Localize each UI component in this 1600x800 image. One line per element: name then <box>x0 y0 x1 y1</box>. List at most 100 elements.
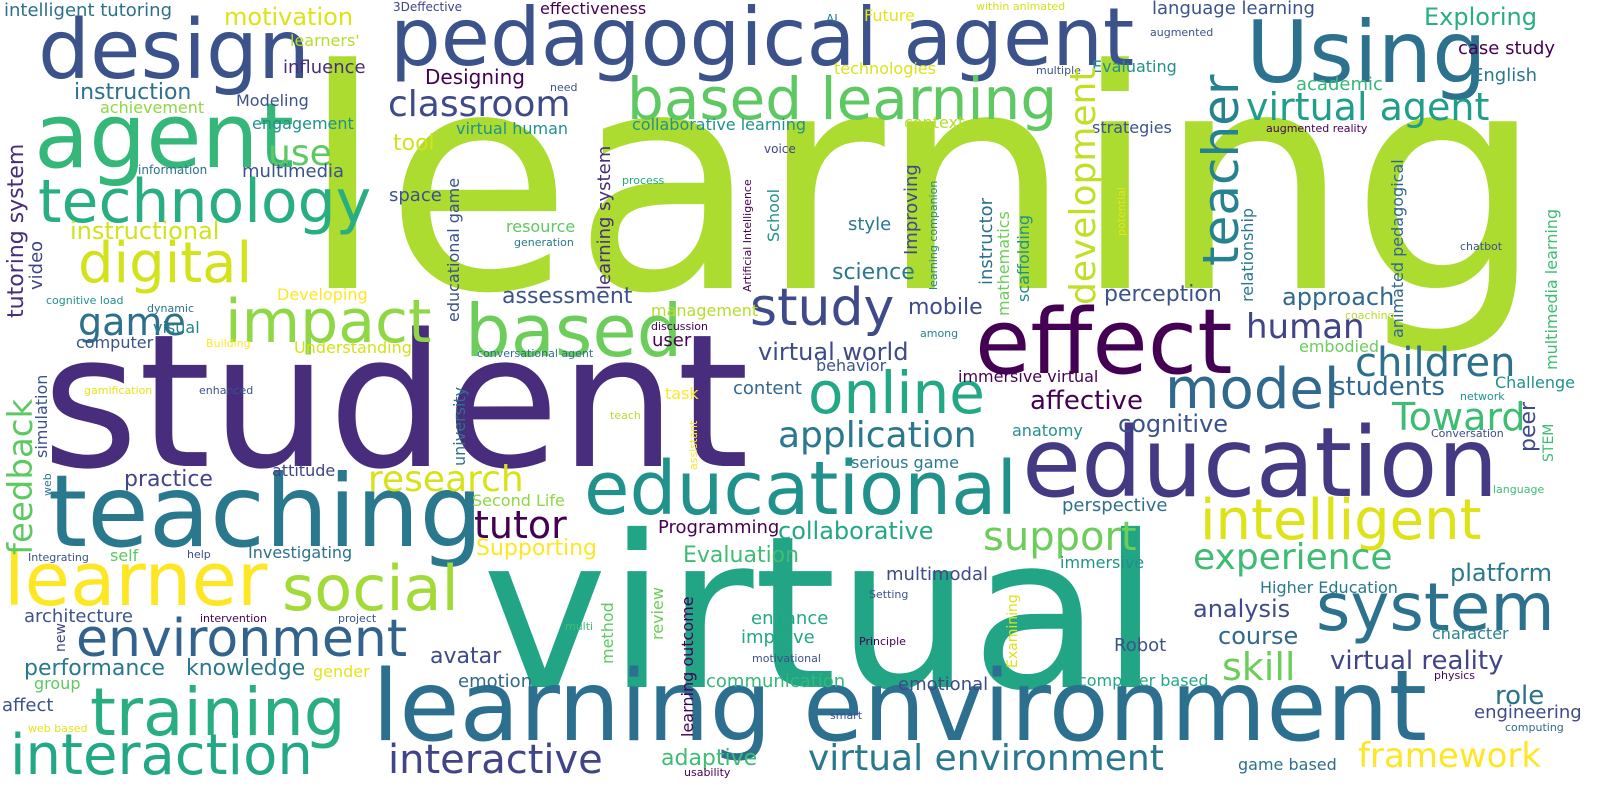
word-enhanced: enhanced <box>199 384 254 397</box>
word-perception: perception <box>1104 282 1222 307</box>
word-help: help <box>187 548 211 561</box>
word-practice: practice <box>124 467 213 492</box>
word-multimedia: multimedia <box>242 161 345 182</box>
word-multimodal: multimodal <box>886 564 989 585</box>
word-analysis: analysis <box>1193 595 1291 623</box>
word-affect: affect <box>2 695 54 716</box>
word-conversational-agent: conversational agent <box>477 347 594 360</box>
word-augmented-reality: augmented reality <box>1266 122 1368 135</box>
word-second-life: Second Life <box>472 491 565 510</box>
word-educational-game: educational game <box>444 177 463 322</box>
word-language: language <box>1493 483 1545 496</box>
word-understanding: Understanding <box>294 338 412 357</box>
word-avatar: avatar <box>430 644 502 669</box>
word-evaluating: Evaluating <box>1092 57 1177 76</box>
word-support: support <box>983 514 1137 560</box>
word-case-study: case study <box>1458 38 1556 59</box>
word-management: management <box>651 301 759 320</box>
word-dynamic: dynamic <box>147 302 195 315</box>
word-architecture: architecture <box>24 606 133 627</box>
word-intelligent-tutoring: intelligent tutoring <box>4 0 173 21</box>
word-development: development <box>1063 67 1104 305</box>
word-improving: Improving <box>901 164 922 255</box>
word-computer-based: computer based <box>1078 671 1209 690</box>
word-physics: physics <box>1434 669 1476 682</box>
word-instructional: instructional <box>70 217 220 245</box>
word-programming: Programming <box>658 517 780 538</box>
word-simulation: simulation <box>32 374 51 458</box>
word-smart: smart <box>830 709 863 722</box>
word-need: need <box>550 81 578 94</box>
word-tool: tool <box>393 131 435 156</box>
word-virtual-human: virtual human <box>456 119 569 138</box>
word-network: network <box>1460 390 1505 403</box>
word-augmented: augmented <box>1150 26 1214 39</box>
word-higher-education: Higher Education <box>1260 578 1398 597</box>
word-peer: peer <box>1516 401 1541 452</box>
word-anatomy: anatomy <box>1012 421 1083 440</box>
word-style: style <box>848 214 892 235</box>
word-supporting: Supporting <box>476 536 597 561</box>
word-web-based: web based <box>28 722 88 735</box>
word-character: character <box>1432 624 1509 643</box>
word-achievement: achievement <box>100 98 205 117</box>
word-cognitive: cognitive <box>1118 410 1229 438</box>
word-review: review <box>648 587 667 640</box>
word-developing: Developing <box>277 285 368 304</box>
word-intervention: intervention <box>200 612 267 625</box>
word-immersive: immersive <box>1060 553 1145 572</box>
word-school: School <box>764 188 783 242</box>
word-new: new <box>53 623 69 652</box>
word-language-learning: language learning <box>1152 0 1315 19</box>
word-examining: Examining <box>1005 594 1021 668</box>
word-ai: AI <box>826 12 838 26</box>
word-learning-system: learning system <box>594 145 615 290</box>
word-information: information <box>138 163 208 177</box>
word-voice: voice <box>764 142 796 156</box>
word-gamification: gamification <box>84 384 153 397</box>
word-gender: gender <box>313 662 370 681</box>
word-academic: academic <box>1296 74 1383 95</box>
word-enhance: enhance <box>751 608 829 629</box>
word-chatbot: chatbot <box>1460 240 1503 253</box>
word-computing: computing <box>1505 721 1564 734</box>
word-collaborative: collaborative <box>778 517 934 545</box>
word-among: among <box>920 327 959 340</box>
word-self: self <box>110 546 139 565</box>
word-3deffective: 3Deffective <box>393 0 463 14</box>
word-computer: computer <box>76 333 154 352</box>
word-attitude: attitude <box>272 461 336 480</box>
word-collaborative-learning: collaborative learning <box>632 115 806 134</box>
word-mathematics: mathematics <box>994 211 1013 316</box>
word-content: content <box>733 378 802 399</box>
word-technologies: technologies <box>834 59 936 78</box>
word-interactive: interactive <box>388 737 603 783</box>
word-animated-pedagogical: animated pedagogical <box>1388 159 1407 338</box>
word-potential: potential <box>1115 187 1128 236</box>
word-serious-game: serious game <box>851 453 959 472</box>
word-virtual-reality: virtual reality <box>1330 646 1504 676</box>
word-perspective: perspective <box>1062 495 1168 516</box>
word-method: method <box>598 602 617 664</box>
word-mobile: mobile <box>908 295 983 320</box>
word-study: study <box>750 278 895 338</box>
word-improve: improve <box>741 627 815 648</box>
word-emotional: emotional <box>898 674 989 695</box>
word-knowledge: knowledge <box>186 656 306 681</box>
word-learning-outcome: learning outcome <box>678 596 697 737</box>
word-motivation: motivation <box>224 3 354 31</box>
word-context: context <box>904 113 965 132</box>
word-behavior: behavior <box>816 356 887 375</box>
word-interaction: interaction <box>10 723 313 788</box>
word-engagement: engagement <box>252 114 354 133</box>
word-game-based: game based <box>1238 755 1337 774</box>
word-motivational: motivational <box>752 652 821 665</box>
word-designing: Designing <box>425 65 525 89</box>
word-learners: learners' <box>290 31 360 50</box>
word-university: university <box>450 386 469 466</box>
word-students: students <box>1332 372 1445 402</box>
word-cloud: learning student virtual learning enviro… <box>0 0 1600 800</box>
word-generation: generation <box>514 236 574 249</box>
word-platform: platform <box>1450 559 1552 587</box>
word-immersive-virtual: immersive virtual <box>958 367 1099 386</box>
